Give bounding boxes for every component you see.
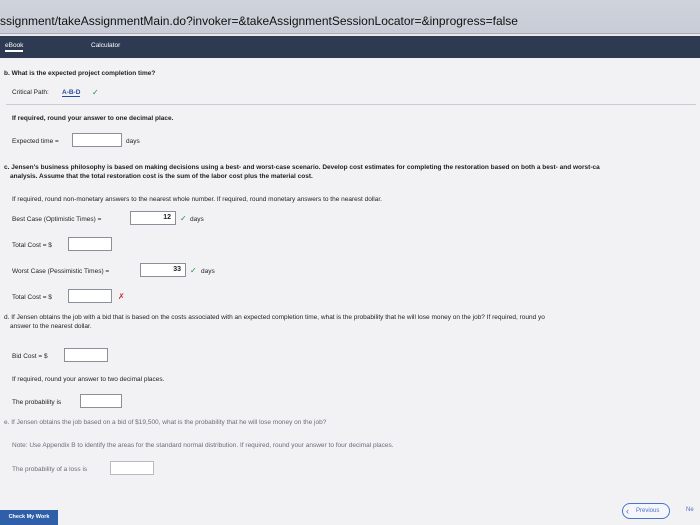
part-b-rounding-note: If required, round your answer to one de… [12,115,174,122]
part-d-rounding-note: If required, round your answer to two de… [12,376,165,383]
next-button[interactable]: Ne [686,507,694,513]
critical-path-answer[interactable]: A-B-D [62,89,81,97]
correct-check-icon: ✓ [180,214,187,223]
probability-d-input[interactable] [80,394,122,408]
total-cost-label-best: Total Cost = $ [12,242,52,249]
total-cost-worst-input[interactable] [68,289,112,303]
total-cost-label-worst: Total Cost = $ [12,294,52,301]
bid-cost-input[interactable] [64,348,108,362]
correct-check-icon: ✓ [92,88,99,97]
previous-button-label: Previous [636,508,660,514]
worst-case-unit: days [201,268,215,275]
part-c-intro-line1: c. Jensen's business philosophy is based… [4,164,600,171]
previous-button[interactable]: ‹ Previous [622,503,670,519]
total-cost-best-input[interactable] [68,237,112,251]
browser-url-bar[interactable]: ssignment/takeAssignmentMain.do?invoker=… [0,0,700,34]
part-e-question: e. If Jensen obtains the job based on a … [4,419,327,426]
divider [6,104,696,105]
probability-e-input[interactable] [110,461,154,475]
url-text[interactable]: ssignment/takeAssignmentMain.do?invoker=… [0,14,518,28]
bid-cost-label: Bid Cost = $ [12,353,48,360]
part-d-intro-line1: d. If Jensen obtains the job with a bid … [4,314,545,321]
worst-case-label: Worst Case (Pessimistic Times) = [12,268,110,275]
part-d-intro-line2: answer to the nearest dollar. [10,323,92,330]
assignment-content: b. What is the expected project completi… [0,58,700,525]
critical-path-label: Critical Path: [12,89,49,96]
chevron-left-icon: ‹ [626,506,629,516]
tab-ebook[interactable]: eBook [5,42,24,52]
part-e-note: Note: Use Appendix B to identify the are… [12,442,394,449]
probability-label-d: The probability is [12,399,62,406]
best-case-unit: days [190,216,204,223]
incorrect-cross-icon: ✗ [118,292,125,301]
part-b-question: b. What is the expected project completi… [4,70,156,77]
expected-time-input[interactable] [72,133,122,147]
part-c-rounding-note: If required, round non-monetary answers … [12,196,382,203]
tab-calculator[interactable]: Calculator [91,42,120,49]
expected-time-label: Expected time = [12,138,59,145]
best-case-label: Best Case (Optimistic Times) = [12,216,102,223]
correct-check-icon: ✓ [190,266,197,275]
part-c-intro-line2: analysis. Assume that the total restorat… [10,173,313,180]
worst-case-input[interactable]: 33 [140,263,186,277]
toolbar: eBook Calculator [0,36,700,58]
expected-time-unit: days [126,138,140,145]
check-my-work-button[interactable]: Check My Work [0,510,58,525]
probability-label-e: The probability of a loss is [12,466,88,473]
best-case-input[interactable]: 12 [130,211,176,225]
